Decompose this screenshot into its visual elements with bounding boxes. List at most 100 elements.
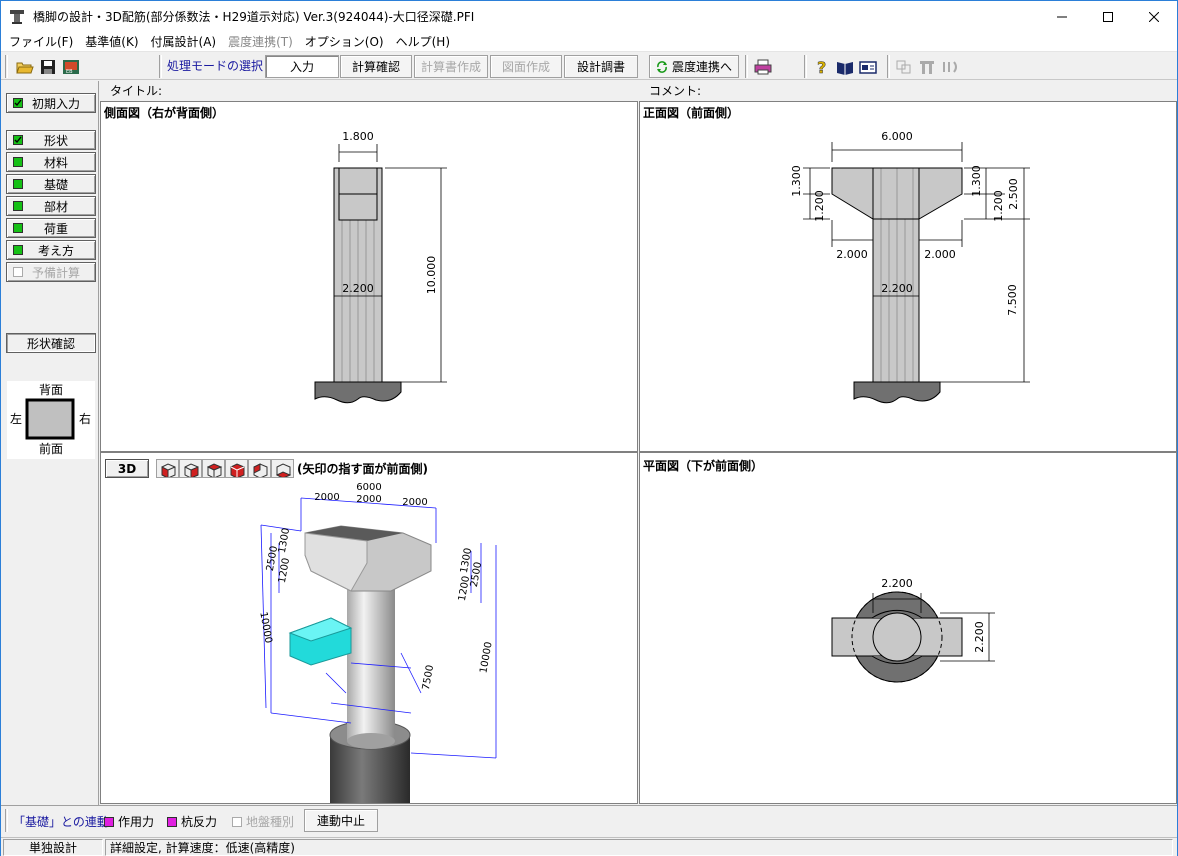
plan-dim-depth: 2.200 [973,621,986,653]
app-window: 橋脚の設計・3D配筋(部分係数法・H29道示対応) Ver.3(924044)-… [0,0,1178,856]
option-label: 杭反力 [181,815,218,829]
comment-label: コメント: [649,84,702,98]
status-detail: 詳細設定, 計算速度：低速(高精度) [105,839,1173,856]
menu-help[interactable]: ヘルプ(H) [390,32,456,52]
nav-foundation[interactable]: 基礎 [6,174,96,194]
print-icon[interactable] [752,56,774,77]
title-header: タイトル: [100,81,638,101]
maximize-icon [1103,11,1113,22]
window-title: 橋脚の設計・3D配筋(部分係数法・H29道示対応) Ver.3(924044)-… [33,10,475,24]
minimize-button[interactable] [1039,1,1085,32]
option-pile[interactable]: 杭反力 [167,813,217,830]
status-indicator [13,245,23,255]
initial-input-button[interactable]: 初期入力 [6,93,96,113]
front-dim-col-height: 7.500 [1006,284,1019,316]
toolbar-separator [159,55,162,78]
3d-view-panel: 3D (矢印の指す面が前面側) 6000 2000 2000 2000 2500… [100,452,638,804]
menu-option[interactable]: オプション(O) [299,32,390,52]
nav-label: 基礎 [43,177,68,192]
front-dim-col: 2.200 [881,282,913,295]
nav-label: 予備計算 [31,265,80,280]
drawing-create-button[interactable]: 図面作成 [490,55,562,78]
option-force[interactable]: 作用力 [104,813,154,830]
nav-material[interactable]: 材料 [6,152,96,172]
seismic-link-label: 震度連携へ [671,60,732,74]
status-indicator [13,267,23,277]
side-dim-col: 2.200 [342,282,374,295]
nav-preliminary-calc[interactable]: 予備計算 [6,262,96,282]
nav-label: 形状 [43,133,68,148]
image-icon[interactable]: EB [60,56,82,77]
option-ground[interactable]: 地盤種別 [232,813,294,830]
nav-approach[interactable]: 考え方 [6,240,96,260]
nav-label: 考え方 [37,243,74,258]
orient-box [25,398,75,440]
help-icon[interactable]: ? [811,56,833,77]
nav-member[interactable]: 部材 [6,196,96,216]
nav-label: 荷重 [43,221,68,236]
menu-standard[interactable]: 基準値(K) [79,32,144,52]
status-indicator [13,201,23,211]
3d-model-render: 6000 2000 2000 2000 2500 1300 1200 10000… [257,482,497,803]
close-button[interactable] [1131,1,1177,32]
front-dim-total: 2.500 [1007,178,1020,210]
close-icon [1149,11,1159,22]
status-mode: 単独設計 [3,839,103,856]
link-icon[interactable] [893,56,915,77]
front-view-drawing: 6.000 1.300 1.200 1.300 1.200 2.500 2.00… [790,130,1030,404]
3d-dim-top-mid: 2000 [356,494,381,505]
comment-header: コメント: [639,81,1177,101]
nav-label: 材料 [43,155,68,170]
initial-input-label: 初期入力 [31,96,80,111]
stop-link-button[interactable]: 連動中止 [304,809,378,832]
toolbar-separator [5,809,8,832]
title-label: タイトル: [110,84,163,98]
anchor-icon[interactable] [939,56,961,77]
3d-dim-top-right: 2000 [402,497,427,508]
refresh-icon [656,60,667,73]
front-dim-left-overhang: 2.000 [836,248,868,261]
design-doc-button[interactable]: 設計調書 [564,55,638,78]
shape-check-label: 形状確認 [26,336,75,351]
status-indicator [13,157,23,167]
book-icon[interactable] [834,56,856,77]
option-label: 作用力 [118,815,155,829]
calc-check-button[interactable]: 計算確認 [340,55,412,78]
3d-dim-mid: 7500 [421,664,436,691]
report-create-button[interactable]: 計算書作成 [414,55,488,78]
maximize-button[interactable] [1085,1,1131,32]
svg-text:?: ? [817,58,826,76]
menu-file[interactable]: ファイル(F) [3,32,79,52]
front-dim-h2-right: 1.200 [992,190,1005,222]
status-indicator [167,816,177,827]
plan-view-panel: 平面図（下が前面側） 2.200 2.200 [639,452,1177,804]
front-dim-h1-right: 1.300 [970,165,983,197]
menu-bar: ファイル(F) 基準値(K) 付属設計(A) 震度連携(T) オプション(O) … [1,32,1177,52]
shape-check-button[interactable]: 形状確認 [6,333,96,353]
3d-dim-top-left: 2000 [314,492,339,503]
front-dim-top: 6.000 [881,130,913,143]
front-dim-h1-left: 1.300 [790,165,803,197]
input-button[interactable]: 入力 [265,55,339,78]
checkbox-icon [13,135,23,145]
nav-load[interactable]: 荷重 [6,218,96,238]
card-icon[interactable] [857,56,879,77]
mode-label: 処理モードの選択 [167,59,264,73]
menu-seismic[interactable]: 震度連携(T) [222,32,299,52]
toolbar-separator [887,55,890,78]
plan-view-drawing: 2.200 2.200 [831,577,995,683]
orient-right: 右 [79,411,91,426]
menu-attached[interactable]: 付属設計(A) [145,32,223,52]
save-icon[interactable] [37,56,59,77]
toolbar-separator [745,55,748,78]
tree-icon[interactable] [916,56,938,77]
side-dim-top: 1.800 [342,130,374,143]
open-icon[interactable] [14,56,36,77]
orient-top: 背面 [39,383,63,397]
front-dim-right-overhang: 2.000 [924,248,956,261]
nav-shape[interactable]: 形状 [6,130,96,150]
orient-bottom: 前面 [39,441,63,456]
side-view-drawing: 1.800 2.200 10.000 [314,130,447,404]
checkbox-icon [13,98,23,108]
seismic-link-button[interactable]: 震度連携へ [649,55,739,78]
